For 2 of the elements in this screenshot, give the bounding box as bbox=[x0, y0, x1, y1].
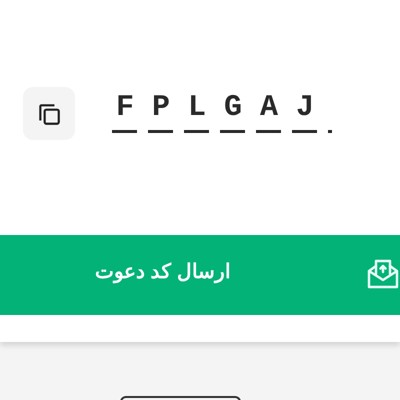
send-invite-button[interactable]: ارسال کد دعوت bbox=[0, 235, 400, 315]
copy-button[interactable] bbox=[23, 87, 75, 140]
